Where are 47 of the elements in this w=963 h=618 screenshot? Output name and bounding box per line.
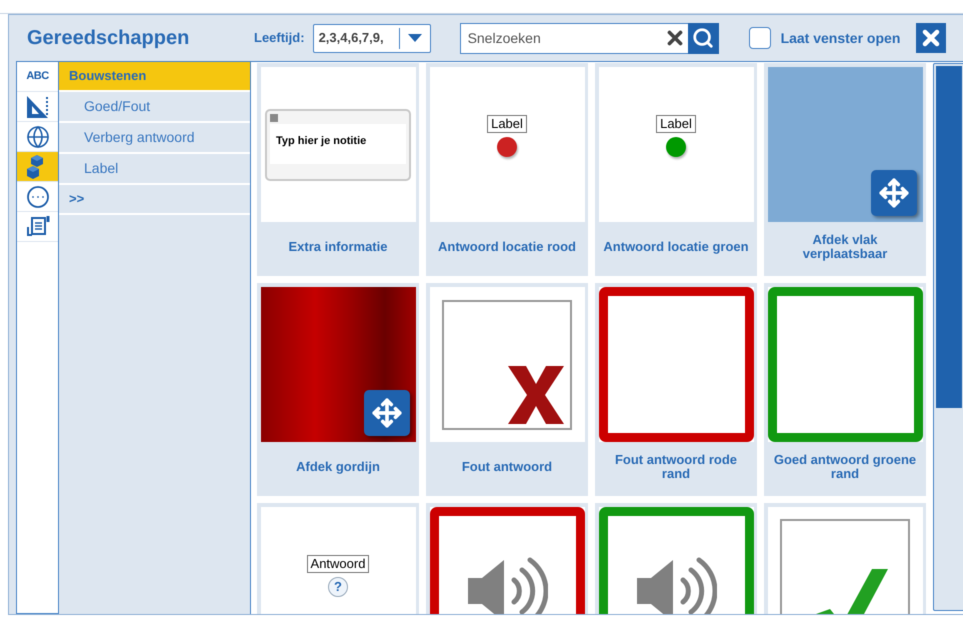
tile-caption: Goed antwoord groene rand — [772, 453, 918, 481]
tool-tile[interactable]: Afdek vlak verplaatsbaar — [764, 63, 926, 276]
tile-caption: Fout antwoord rode rand — [614, 453, 738, 481]
tool-tile[interactable]: Label Antwoord locatie rood — [426, 63, 588, 276]
search-field[interactable]: Snelzoeken — [460, 22, 662, 54]
subcategory-item[interactable]: Label — [59, 154, 250, 185]
note-text: Typ hier je notitie — [276, 134, 366, 146]
tool-tile[interactable]: Label Antwoord locatie groen — [595, 63, 757, 276]
scrollbar[interactable] — [933, 63, 963, 611]
move-icon — [870, 170, 916, 216]
tile-caption: Antwoord locatie rood — [438, 240, 576, 254]
question-icon: ? — [328, 577, 348, 597]
tool-tile[interactable]: Fout antwoord — [426, 283, 588, 496]
move-icon — [364, 390, 410, 436]
label-text: Label — [487, 115, 527, 133]
clear-button[interactable] — [662, 22, 688, 54]
subcategory-item[interactable]: Goed/Fout — [59, 92, 250, 123]
category-item[interactable]: >> — [59, 185, 250, 215]
tile-caption: Fout antwoord — [462, 460, 552, 474]
keep-open-label: Laat venster open — [780, 28, 900, 48]
age-select[interactable]: 2,3,4,6,7,9, — [312, 24, 431, 52]
blocks-tab[interactable] — [17, 152, 58, 182]
close-button[interactable] — [916, 23, 946, 53]
more-icon — [26, 184, 50, 208]
tool-tile[interactable]: Fout antwoord rode rand — [595, 283, 757, 496]
search-button[interactable] — [688, 22, 719, 54]
tile-caption: Afdek vlak verplaatsbaar — [802, 233, 888, 261]
speaker-icon — [466, 556, 548, 614]
answer-text: Antwoord — [306, 555, 370, 573]
tool-tile[interactable]: Typ hier je notitie Extra informatie — [257, 63, 419, 276]
dropdown-arrow-icon — [408, 34, 422, 42]
label-text: Label — [656, 115, 696, 133]
search-icon — [692, 27, 714, 49]
tool-tile[interactable]: Antwoord ? — [257, 503, 419, 614]
tile-caption: Afdek gordijn — [296, 460, 380, 474]
window-title: Gereedschappen — [26, 26, 190, 51]
tool-tile[interactable]: Afdek gordijn — [257, 283, 419, 496]
collapse-icon — [270, 114, 278, 122]
keep-open-checkbox[interactable] — [748, 27, 771, 49]
globe-icon — [26, 124, 50, 148]
tile-caption: Antwoord locatie groen — [603, 240, 749, 254]
tool-tile[interactable]: Goed antwoord groene rand — [764, 283, 926, 496]
age-label: Leeftijd: — [254, 29, 305, 48]
subcategory-item[interactable]: Verberg antwoord — [59, 123, 250, 154]
speaker-icon — [635, 556, 717, 614]
category-item[interactable]: Bouwstenen — [59, 62, 250, 92]
tile-caption: Extra informatie — [288, 240, 388, 254]
